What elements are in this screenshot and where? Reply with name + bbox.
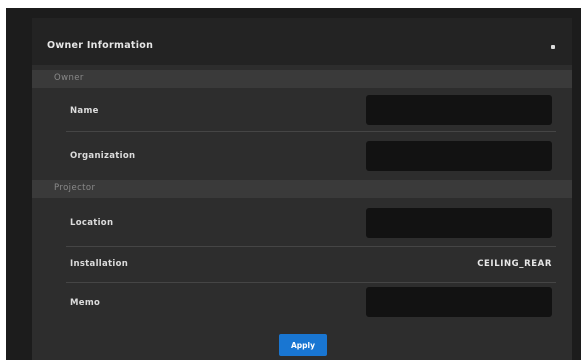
location-label: Location	[70, 218, 114, 228]
panel-header[interactable]: Owner Information	[32, 18, 572, 65]
owner-section-header: Owner	[32, 70, 572, 88]
projector-section-label: Projector	[54, 183, 96, 193]
location-input[interactable]	[366, 208, 552, 238]
name-input[interactable]	[366, 95, 552, 125]
installation-value: CEILING_REAR	[477, 259, 552, 269]
app-frame: Owner Information Owner Name Organizatio…	[6, 8, 581, 360]
row-divider	[66, 131, 556, 132]
organization-label: Organization	[70, 151, 136, 161]
owner-section-label: Owner	[54, 73, 84, 83]
memo-label: Memo	[70, 298, 101, 308]
owner-information-panel: Owner Information Owner Name Organizatio…	[32, 18, 572, 360]
name-label: Name	[70, 106, 99, 116]
memo-input[interactable]	[366, 287, 552, 317]
collapse-dot-icon[interactable]	[546, 40, 560, 54]
apply-button[interactable]: Apply	[279, 334, 327, 356]
installation-label: Installation	[70, 259, 129, 269]
row-divider	[66, 246, 556, 247]
row-divider	[66, 282, 556, 283]
projector-section-header: Projector	[32, 180, 572, 198]
organization-input[interactable]	[366, 141, 552, 171]
panel-title: Owner Information	[47, 40, 154, 51]
